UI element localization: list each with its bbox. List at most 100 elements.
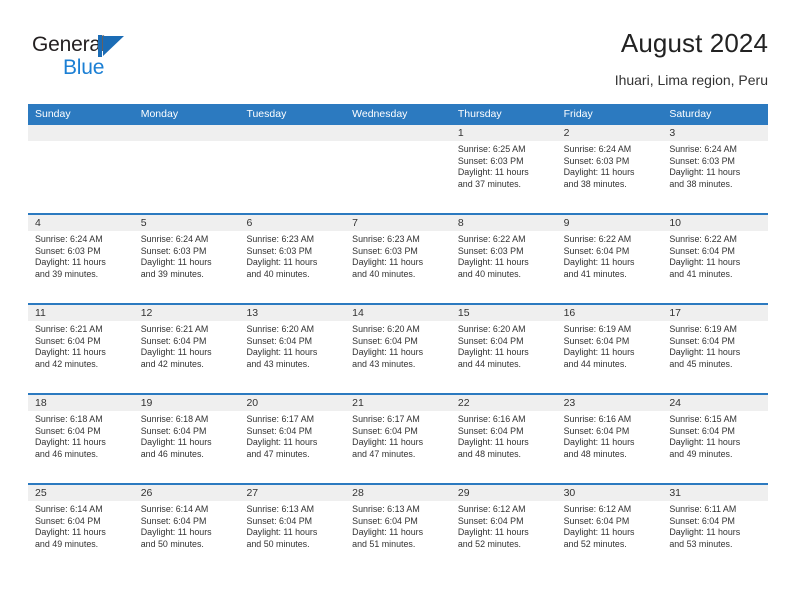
logo-text-general: General	[32, 33, 106, 56]
calendar-day-cell[interactable]: 28 Sunrise: 6:13 AM Sunset: 6:04 PM Dayligh…	[345, 485, 451, 573]
day-number: 2	[556, 125, 663, 141]
sunrise-text: Sunrise: 6:14 AM	[35, 504, 103, 514]
day-number: 27	[239, 485, 346, 501]
calendar-day-cell[interactable]: 4 Sunrise: 6:24 AM Sunset: 6:03 PM Daylight…	[28, 215, 134, 303]
daylight-text-line1: Daylight: 11 hours	[35, 437, 106, 448]
calendar-day-cell[interactable]: 30 Sunrise: 6:12 AM Sunset: 6:04 PM Dayligh…	[556, 485, 663, 573]
calendar-day-cell[interactable]: 10 Sunrise: 6:22 AM Sunset: 6:04 PM Dayligh…	[662, 215, 769, 303]
day-number: 4	[28, 215, 134, 231]
daylight-text-line2: and 48 minutes.	[457, 448, 522, 459]
daylight-text-line2: and 47 minutes.	[352, 448, 416, 459]
calendar-day-cell[interactable]: 14 Sunrise: 6:20 AM Sunset: 6:04 PM Dayligh…	[345, 305, 451, 393]
general-blue-logo[interactable]: General Blue	[32, 34, 152, 82]
day-sun-info: Sunrise: 6:16 AM Sunset: 6:04 PM Daylight:…	[451, 411, 557, 460]
day-sun-info: Sunrise: 6:19 AM Sunset: 6:04 PM Daylight:…	[557, 321, 663, 370]
daylight-text-line1: Daylight: 11 hours	[457, 437, 529, 448]
daylight-text-line2: and 50 minutes.	[140, 538, 204, 549]
blue-triangle-icon	[98, 35, 126, 57]
calendar-day-cell[interactable]: 18 Sunrise: 6:18 AM Sunset: 6:04 PM Dayligh…	[28, 395, 134, 483]
day-sun-info: Sunrise: 6:25 AM Sunset: 6:03 PM Daylight:…	[451, 141, 557, 190]
daylight-text-line2: and 51 minutes.	[352, 538, 416, 549]
daylight-text-line1: Daylight: 11 hours	[140, 347, 212, 358]
calendar-day-cell[interactable]: 19 Sunrise: 6:18 AM Sunset: 6:04 PM Dayligh…	[133, 395, 240, 483]
sunset-text: Sunset: 6:04 PM	[35, 515, 101, 526]
daylight-text-line2: and 48 minutes.	[563, 448, 627, 459]
daylight-text-line2: and 37 minutes.	[457, 178, 522, 189]
sunset-text: Sunset: 6:04 PM	[563, 245, 630, 256]
day-number	[239, 125, 346, 141]
page-subtitle: Ihuari, Lima region, Peru	[614, 72, 768, 88]
day-number: 13	[239, 305, 346, 321]
daylight-text-line2: and 52 minutes.	[457, 538, 522, 549]
sunrise-text: Sunrise: 6:24 AM	[35, 234, 103, 244]
day-number: 19	[133, 395, 240, 411]
day-sun-info: Sunrise: 6:18 AM Sunset: 6:04 PM Daylight:…	[134, 411, 240, 460]
daylight-text-line2: and 44 minutes.	[457, 358, 522, 369]
day-number: 12	[133, 305, 240, 321]
calendar-day-cell[interactable]: 16 Sunrise: 6:19 AM Sunset: 6:04 PM Dayligh…	[556, 305, 663, 393]
calendar-day-cell[interactable]: 22 Sunrise: 6:16 AM Sunset: 6:04 PM Dayligh…	[450, 395, 557, 483]
day-number: 1	[450, 125, 557, 141]
calendar-day-cell[interactable]: 15 Sunrise: 6:20 AM Sunset: 6:04 PM Dayligh…	[450, 305, 557, 393]
calendar-day-cell[interactable]: 7 Sunrise: 6:23 AM Sunset: 6:03 PM Daylight…	[345, 215, 451, 303]
calendar-day-cell[interactable]: 27 Sunrise: 6:13 AM Sunset: 6:04 PM Dayligh…	[239, 485, 346, 573]
calendar-day-cell[interactable]: 23 Sunrise: 6:16 AM Sunset: 6:04 PM Dayligh…	[556, 395, 663, 483]
calendar-day-cell[interactable]: 1 Sunrise: 6:25 AM Sunset: 6:03 PM Daylight…	[450, 125, 557, 213]
sunrise-text: Sunrise: 6:13 AM	[352, 504, 420, 514]
calendar-day-cell[interactable]: 13 Sunrise: 6:20 AM Sunset: 6:04 PM Dayligh…	[239, 305, 346, 393]
calendar-day-cell[interactable]: 25 Sunrise: 6:14 AM Sunset: 6:04 PM Dayligh…	[28, 485, 134, 573]
sunset-text: Sunset: 6:03 PM	[669, 155, 735, 166]
day-number: 5	[133, 215, 240, 231]
day-number: 29	[450, 485, 557, 501]
calendar-day-cell[interactable]: 11 Sunrise: 6:21 AM Sunset: 6:04 PM Dayligh…	[28, 305, 134, 393]
day-number: 7	[345, 215, 451, 231]
daylight-text-line2: and 45 minutes.	[669, 358, 733, 369]
logo-bottom-row: Blue	[32, 57, 152, 81]
sunrise-text: Sunrise: 6:24 AM	[669, 144, 737, 154]
day-sun-info: Sunrise: 6:22 AM Sunset: 6:03 PM Daylight:…	[451, 231, 557, 280]
sunrise-text: Sunrise: 6:21 AM	[35, 324, 103, 334]
calendar-day-cell[interactable]: 31 Sunrise: 6:11 AM Sunset: 6:04 PM Dayligh…	[662, 485, 769, 573]
day-sun-info: Sunrise: 6:19 AM Sunset: 6:04 PM Daylight:…	[662, 321, 768, 370]
sunrise-text: Sunrise: 6:13 AM	[246, 504, 315, 514]
sunset-text: Sunset: 6:04 PM	[457, 335, 524, 346]
daylight-text-line1: Daylight: 11 hours	[563, 437, 635, 448]
day-number: 9	[556, 215, 663, 231]
calendar-day-cell[interactable]: 17 Sunrise: 6:19 AM Sunset: 6:04 PM Dayligh…	[662, 305, 769, 393]
calendar-day-cell[interactable]: 2 Sunrise: 6:24 AM Sunset: 6:03 PM Daylight…	[556, 125, 663, 213]
calendar-day-cell[interactable]: 5 Sunrise: 6:24 AM Sunset: 6:03 PM Daylight…	[133, 215, 240, 303]
daylight-text-line2: and 50 minutes.	[246, 538, 310, 549]
daylight-text-line2: and 38 minutes.	[563, 178, 627, 189]
calendar-day-cell[interactable]: 3 Sunrise: 6:24 AM Sunset: 6:03 PM Daylight…	[662, 125, 769, 213]
sunrise-text: Sunrise: 6:14 AM	[140, 504, 209, 514]
daylight-text-line2: and 39 minutes.	[35, 268, 99, 279]
sunset-text: Sunset: 6:04 PM	[246, 335, 313, 346]
weekday-header-wednesday: Wednesday	[352, 108, 408, 120]
calendar-day-cell[interactable]: 20 Sunrise: 6:17 AM Sunset: 6:04 PM Dayligh…	[239, 395, 346, 483]
calendar-day-cell[interactable]: 29 Sunrise: 6:12 AM Sunset: 6:04 PM Dayligh…	[450, 485, 557, 573]
daylight-text-line1: Daylight: 11 hours	[563, 257, 635, 268]
calendar-day-cell[interactable]: 8 Sunrise: 6:22 AM Sunset: 6:03 PM Daylight…	[450, 215, 557, 303]
calendar-day-cell[interactable]: 21 Sunrise: 6:17 AM Sunset: 6:04 PM Dayligh…	[345, 395, 451, 483]
daylight-text-line1: Daylight: 11 hours	[563, 167, 635, 178]
calendar-day-cell[interactable]: 12 Sunrise: 6:21 AM Sunset: 6:04 PM Dayligh…	[133, 305, 240, 393]
logo-triangle-shape	[103, 36, 124, 56]
day-number: 18	[28, 395, 134, 411]
weekday-header-thursday: Thursday	[457, 108, 502, 120]
daylight-text-line2: and 42 minutes.	[140, 358, 204, 369]
calendar-day-cell[interactable]: 9 Sunrise: 6:22 AM Sunset: 6:04 PM Daylight…	[556, 215, 663, 303]
calendar-day-cell[interactable]: 6 Sunrise: 6:23 AM Sunset: 6:03 PM Daylight…	[239, 215, 346, 303]
sunset-text: Sunset: 6:04 PM	[352, 335, 418, 346]
day-sun-info: Sunrise: 6:20 AM Sunset: 6:04 PM Daylight:…	[345, 321, 451, 370]
sunset-text: Sunset: 6:04 PM	[457, 515, 524, 526]
weekday-header-sunday: Sunday	[35, 108, 71, 120]
daylight-text-line1: Daylight: 11 hours	[246, 437, 318, 448]
day-number: 30	[556, 485, 663, 501]
calendar-day-cell[interactable]: 26 Sunrise: 6:14 AM Sunset: 6:04 PM Dayligh…	[133, 485, 240, 573]
day-sun-info: Sunrise: 6:23 AM Sunset: 6:03 PM Daylight:…	[345, 231, 451, 280]
sunset-text: Sunset: 6:04 PM	[140, 425, 207, 436]
sunrise-text: Sunrise: 6:22 AM	[563, 234, 632, 244]
day-sun-info: Sunrise: 6:21 AM Sunset: 6:04 PM Daylight:…	[134, 321, 240, 370]
sunrise-text: Sunrise: 6:11 AM	[669, 504, 737, 514]
calendar-day-cell[interactable]: 24 Sunrise: 6:15 AM Sunset: 6:04 PM Dayligh…	[662, 395, 769, 483]
